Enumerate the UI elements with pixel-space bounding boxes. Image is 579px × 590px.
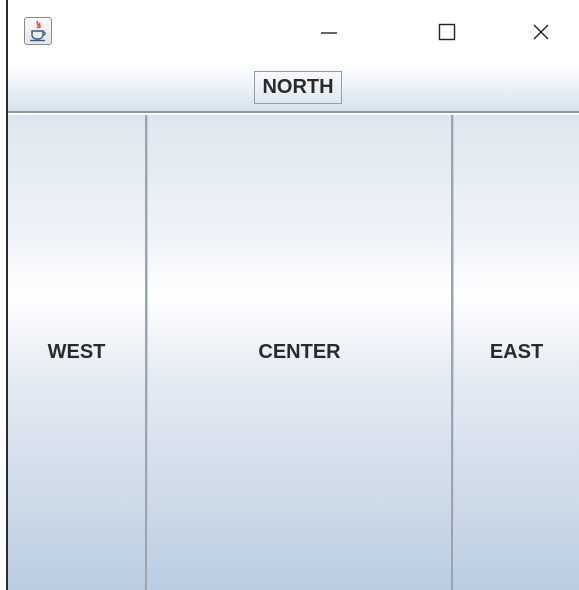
minimize-button[interactable]	[309, 14, 349, 50]
maximize-button[interactable]	[427, 14, 467, 50]
east-label: EAST	[489, 341, 544, 363]
west-label: WEST	[47, 341, 106, 363]
app-window: NORTH WEST CENTER EAST	[6, 0, 579, 590]
close-icon	[533, 24, 549, 40]
center-label: CENTER	[258, 341, 341, 363]
north-button[interactable]: NORTH	[8, 64, 579, 113]
maximize-icon	[438, 23, 456, 41]
java-app-icon[interactable]	[24, 17, 52, 45]
close-button[interactable]	[521, 14, 561, 50]
west-button[interactable]: WEST	[8, 115, 147, 590]
center-button[interactable]: CENTER	[147, 115, 453, 590]
east-button[interactable]: EAST	[453, 115, 579, 590]
minimize-icon	[321, 32, 337, 34]
title-bar[interactable]	[8, 0, 579, 65]
north-label: NORTH	[254, 71, 342, 104]
